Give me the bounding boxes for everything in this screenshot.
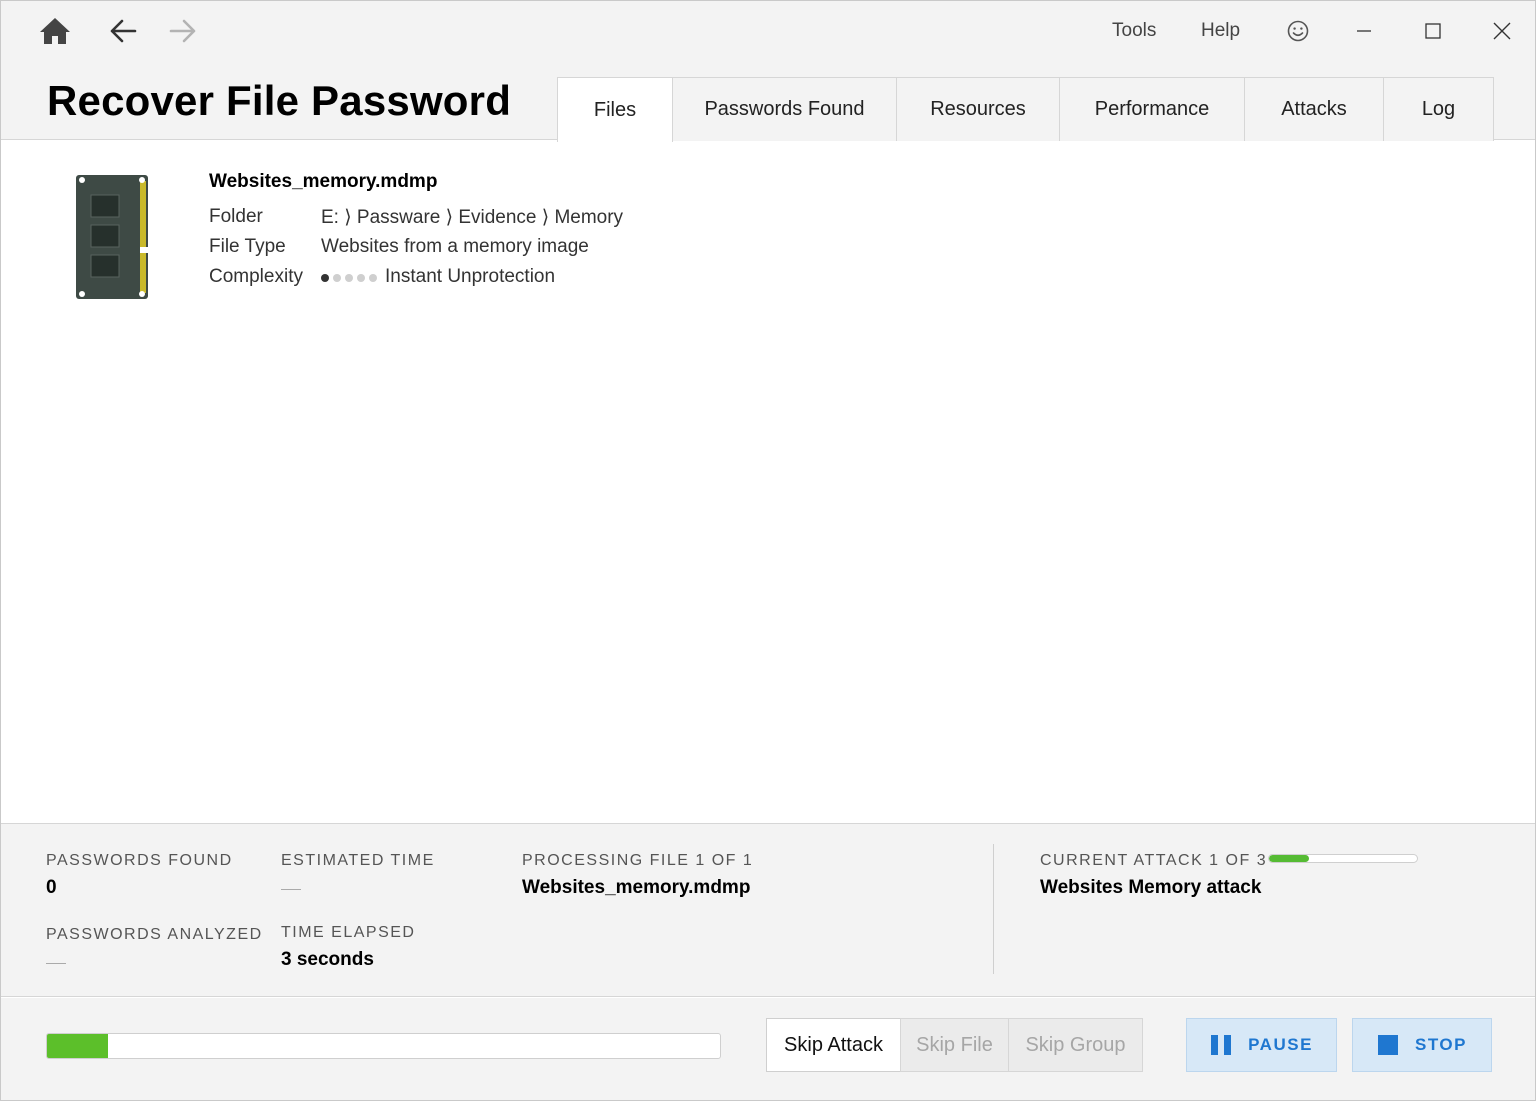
minimize-icon [1357, 30, 1371, 32]
complexity-text: Instant Unprotection [385, 266, 556, 288]
passwords-found-label: PASSWORDS FOUND [46, 852, 233, 869]
complexity-dot [321, 274, 329, 282]
overall-progress-bar [46, 1033, 721, 1059]
overall-progress-fill [47, 1034, 108, 1058]
passwords-analyzed-empty [46, 963, 66, 964]
maximize-icon [1425, 23, 1441, 39]
complexity-dot [357, 274, 365, 282]
status-panel: PASSWORDS FOUND 0 PASSWORDS ANALYZED EST… [1, 823, 1535, 997]
time-elapsed-value: 3 seconds [281, 949, 374, 970]
arrow-right-icon [169, 19, 196, 43]
back-button[interactable] [105, 13, 141, 49]
passwords-analyzed-label: PASSWORDS ANALYZED [46, 926, 263, 943]
tab-performance[interactable]: Performance [1059, 77, 1245, 141]
current-attack-label: CURRENT ATTACK 1 OF 3 [1040, 852, 1268, 869]
close-icon [1493, 22, 1511, 40]
tab-log[interactable]: Log [1383, 77, 1494, 141]
complexity-value: Instant Unprotection [321, 266, 555, 288]
processing-file-value: Websites_memory.mdmp [522, 877, 751, 898]
files-panel: Websites_memory.mdmp Folder E: ⟩ Passwar… [1, 141, 1535, 823]
file-name: Websites_memory.mdmp [209, 171, 438, 192]
skip-file-button[interactable]: Skip File [900, 1018, 1009, 1072]
complexity-dot [369, 274, 377, 282]
tab-files[interactable]: Files [557, 77, 673, 142]
help-menu[interactable]: Help [1201, 20, 1240, 42]
attack-progress-fill [1269, 855, 1309, 862]
tab-attacks[interactable]: Attacks [1244, 77, 1384, 141]
pause-icon [1210, 1034, 1232, 1056]
complexity-dot [345, 274, 353, 282]
minimize-button[interactable] [1341, 11, 1387, 51]
forward-button[interactable] [165, 13, 201, 49]
skip-attack-button[interactable]: Skip Attack [766, 1018, 901, 1072]
stop-icon [1377, 1034, 1399, 1056]
feedback-button[interactable] [1275, 11, 1321, 51]
tab-resources[interactable]: Resources [896, 77, 1060, 141]
tab-passwords-found[interactable]: Passwords Found [672, 77, 897, 141]
close-button[interactable] [1479, 11, 1525, 51]
stop-label: STOP [1415, 1035, 1467, 1054]
estimated-time-label: ESTIMATED TIME [281, 852, 435, 869]
estimated-time-empty [281, 889, 301, 890]
complexity-dots [321, 266, 381, 288]
title-bar: Tools Help Recover File Password Files P… [1, 1, 1535, 142]
complexity-dot [333, 274, 341, 282]
folder-label: Folder [209, 206, 263, 227]
file-type-label: File Type [209, 236, 286, 257]
home-icon [40, 18, 70, 44]
current-attack-value: Websites Memory attack [1040, 877, 1262, 898]
passwords-found-value: 0 [46, 877, 57, 898]
maximize-button[interactable] [1410, 11, 1456, 51]
pause-button[interactable]: PAUSE [1186, 1018, 1337, 1072]
pause-label: PAUSE [1248, 1035, 1313, 1054]
attack-progress-bar [1268, 854, 1418, 863]
status-divider [993, 844, 994, 974]
processing-file-label: PROCESSING FILE 1 OF 1 [522, 852, 754, 869]
stop-button[interactable]: STOP [1352, 1018, 1492, 1072]
file-type-value: Websites from a memory image [321, 236, 589, 257]
smiley-icon [1287, 20, 1309, 42]
arrow-left-icon [110, 19, 137, 43]
control-bar: Skip Attack Skip File Skip Group PAUSE S… [1, 998, 1535, 1100]
memory-module-icon [76, 175, 150, 299]
skip-group-button[interactable]: Skip Group [1008, 1018, 1143, 1072]
page-title: Recover File Password [47, 77, 512, 124]
folder-path: E: ⟩ Passware ⟩ Evidence ⟩ Memory [321, 207, 624, 228]
app-window: Tools Help Recover File Password Files P… [0, 0, 1536, 1101]
tools-menu[interactable]: Tools [1112, 20, 1156, 42]
time-elapsed-label: TIME ELAPSED [281, 924, 416, 941]
complexity-label: Complexity [209, 266, 303, 287]
home-button[interactable] [37, 13, 73, 49]
